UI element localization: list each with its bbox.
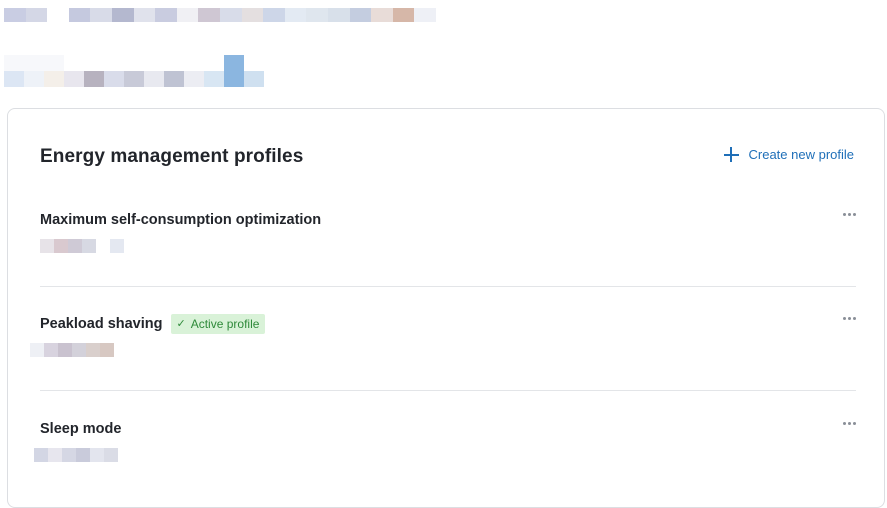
more-options-icon[interactable] (843, 213, 856, 216)
create-new-profile-button[interactable]: Create new profile (723, 147, 855, 162)
blurred-profile-description (40, 239, 856, 253)
profile-name: Sleep mode (40, 421, 122, 437)
profile-row[interactable]: Peakload shaving ✓ Active profile (30, 313, 856, 357)
create-new-profile-label: Create new profile (748, 147, 855, 162)
check-icon: ✓ (176, 317, 186, 330)
profile-row[interactable]: Maximum self-consumption optimization (40, 209, 856, 253)
blurred-profile-description (30, 343, 856, 357)
active-profile-badge: ✓ Active profile (170, 314, 266, 334)
profile-row[interactable]: Sleep mode (34, 418, 856, 462)
divider (40, 286, 856, 287)
profile-name: Maximum self-consumption optimization (40, 212, 322, 228)
card-title: Energy management profiles (40, 146, 304, 167)
active-profile-badge-label: Active profile (190, 317, 260, 331)
divider (40, 390, 856, 391)
profiles-card: Energy management profiles Create new pr… (7, 108, 885, 508)
more-options-icon[interactable] (843, 317, 856, 320)
blurred-page-subtitle (4, 55, 264, 87)
blurred-profile-description (34, 448, 856, 462)
more-options-icon[interactable] (843, 422, 856, 425)
plus-icon (723, 147, 739, 162)
blurred-page-title (4, 8, 436, 22)
profile-name: Peakload shaving (40, 316, 163, 332)
